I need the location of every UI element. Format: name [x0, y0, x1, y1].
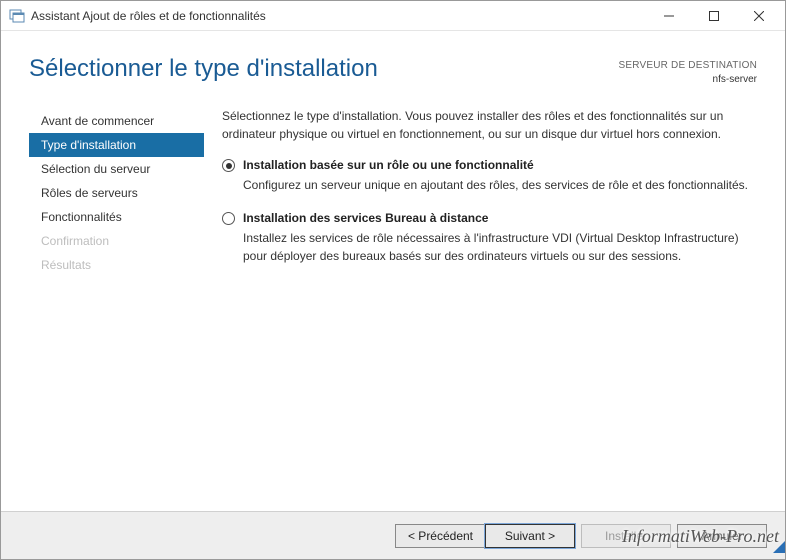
button-label: Annuler [701, 529, 742, 543]
watermark-accent-icon [773, 541, 785, 553]
option-desc: Installez les services de rôle nécessair… [243, 229, 757, 265]
step-results: Résultats [29, 253, 204, 277]
option-remote-desktop[interactable]: Installation des services Bureau à dista… [222, 210, 757, 265]
close-button[interactable] [736, 1, 781, 30]
main-panel: Sélectionnez le type d'installation. Vou… [204, 107, 757, 483]
option-text: Installation basée sur un rôle ou une fo… [243, 157, 748, 194]
option-text: Installation des services Bureau à dista… [243, 210, 757, 265]
option-role-based[interactable]: Installation basée sur un rôle ou une fo… [222, 157, 757, 194]
button-label: Suivant > [505, 529, 555, 543]
app-icon [9, 8, 25, 24]
wizard-header: Sélectionner le type d'installation SERV… [1, 31, 785, 87]
step-label: Rôles de serveurs [41, 186, 138, 200]
step-installation-type[interactable]: Type d'installation [29, 133, 204, 157]
step-before-you-begin[interactable]: Avant de commencer [29, 109, 204, 133]
option-title: Installation des services Bureau à dista… [243, 210, 757, 227]
window-title: Assistant Ajout de rôles et de fonctionn… [31, 9, 646, 23]
destination-box: SERVEUR DE DESTINATION nfs-server [619, 59, 758, 87]
page-title: Sélectionner le type d'installation [29, 55, 378, 83]
maximize-button[interactable] [691, 1, 736, 30]
step-label: Type d'installation [41, 138, 136, 152]
destination-label: SERVEUR DE DESTINATION [619, 59, 758, 73]
step-label: Fonctionnalités [41, 210, 122, 224]
radio-icon[interactable] [222, 159, 235, 172]
step-label: Sélection du serveur [41, 162, 150, 176]
step-server-roles[interactable]: Rôles de serveurs [29, 181, 204, 205]
step-label: Avant de commencer [41, 114, 154, 128]
destination-value: nfs-server [619, 73, 758, 87]
step-label: Confirmation [41, 234, 109, 248]
button-label: Installer [605, 529, 647, 543]
step-confirmation: Confirmation [29, 229, 204, 253]
next-button[interactable]: Suivant > [485, 524, 575, 548]
intro-text: Sélectionnez le type d'installation. Vou… [222, 107, 757, 143]
step-features[interactable]: Fonctionnalités [29, 205, 204, 229]
step-server-selection[interactable]: Sélection du serveur [29, 157, 204, 181]
option-title: Installation basée sur un rôle ou une fo… [243, 157, 748, 174]
step-label: Résultats [41, 258, 91, 272]
install-button: Installer [581, 524, 671, 548]
steps-list: Avant de commencer Type d'installation S… [29, 107, 204, 483]
option-desc: Configurez un serveur unique en ajoutant… [243, 176, 748, 194]
cancel-button[interactable]: Annuler [677, 524, 767, 548]
nav-button-group: < Précédent Suivant > [395, 524, 575, 548]
previous-button[interactable]: < Précédent [395, 524, 485, 548]
minimize-button[interactable] [646, 1, 691, 30]
button-label: < Précédent [408, 529, 473, 543]
titlebar: Assistant Ajout de rôles et de fonctionn… [1, 1, 785, 31]
wizard-content: Avant de commencer Type d'installation S… [1, 87, 785, 483]
radio-icon[interactable] [222, 212, 235, 225]
button-bar: < Précédent Suivant > Installer Annuler [1, 511, 785, 559]
